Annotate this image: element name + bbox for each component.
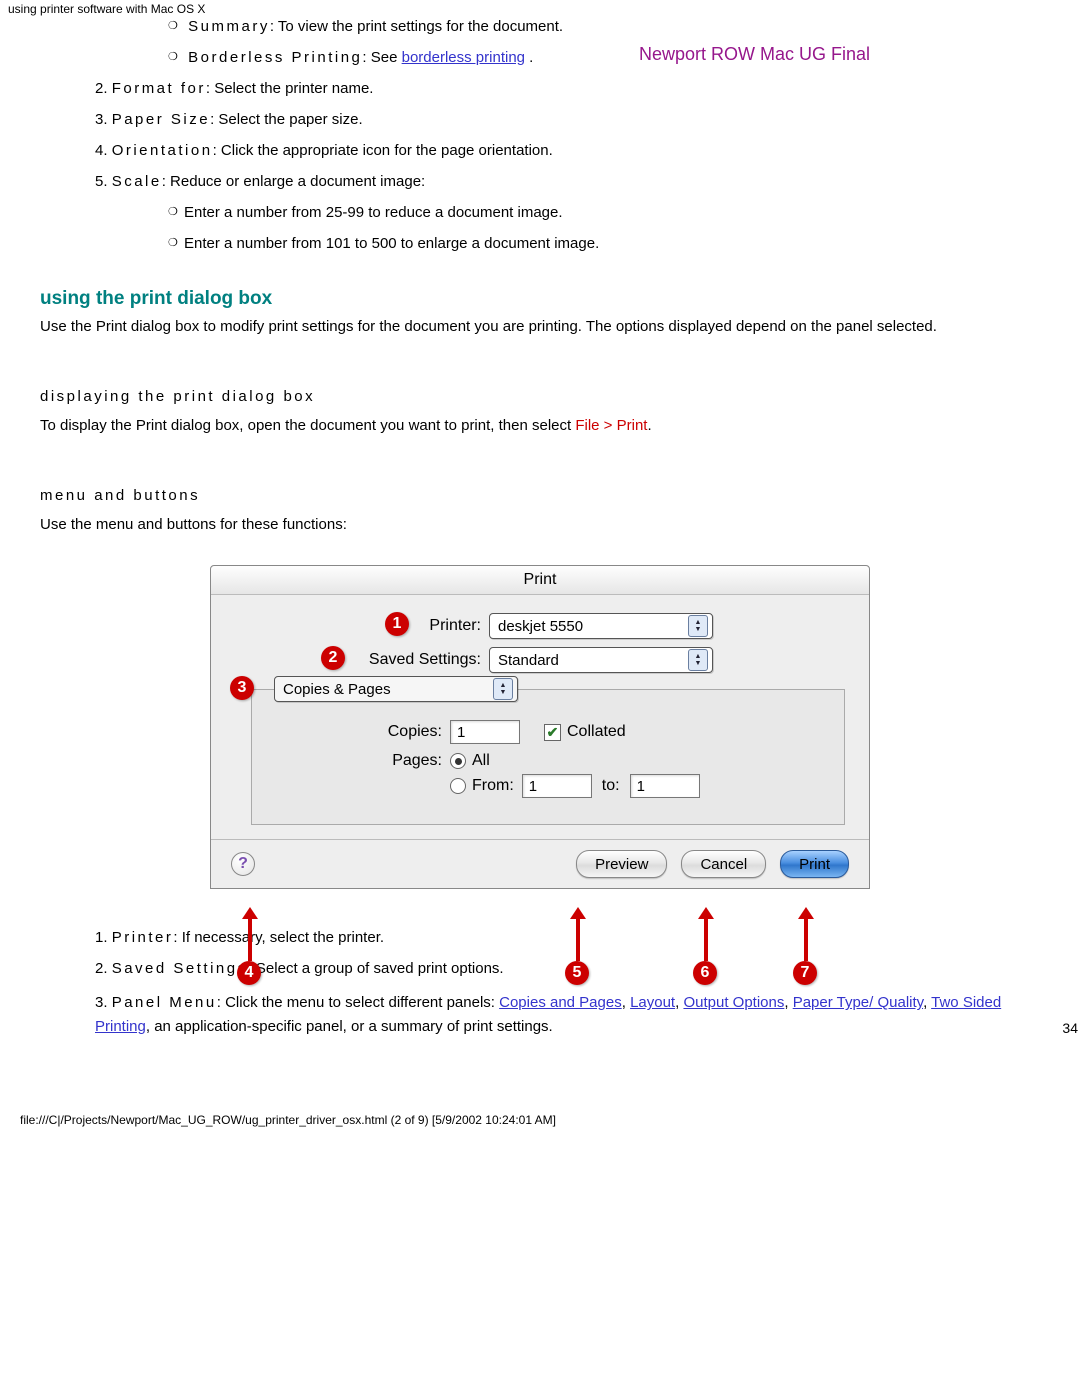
arrow-icon	[248, 917, 252, 961]
numbered-top: 2. Format for: Select the printer name. …	[40, 80, 1040, 190]
text: .	[647, 417, 651, 434]
section-heading: using the print dialog box	[40, 288, 1040, 310]
arrow-icon	[576, 917, 580, 961]
preview-button[interactable]: Preview	[576, 850, 667, 878]
all-label: All	[472, 752, 490, 770]
bullet-icon: ❍	[168, 50, 184, 63]
collated-label: Collated	[567, 723, 626, 741]
header-path: using printer software with Mac OS X	[0, 0, 1080, 18]
copies-label: Copies:	[262, 723, 450, 741]
list-tail: , an application-specific panel, or a su…	[146, 1018, 553, 1035]
list-text: : Select the paper size.	[210, 111, 363, 128]
list-num: 2.	[95, 960, 108, 977]
print-button[interactable]: Print	[780, 850, 849, 878]
top-bullet-list: ❍ Summary: To view the print settings fo…	[40, 18, 1040, 66]
printer-popup[interactable]: deskjet 5550 ▲▼	[489, 613, 713, 639]
chevron-updown-icon: ▲▼	[493, 678, 513, 700]
bullet-label: Borderless Printing	[188, 49, 362, 66]
collated-checkbox[interactable]: ✔	[544, 724, 561, 741]
list-num: 3.	[95, 994, 108, 1011]
bullet-label: Summary	[188, 18, 270, 35]
watermark: Newport ROW Mac UG Final	[639, 44, 870, 65]
to-input[interactable]: 1	[630, 774, 700, 798]
list-num: 1.	[95, 929, 108, 946]
chevron-updown-icon: ▲▼	[688, 649, 708, 671]
list-num: 3.	[95, 111, 108, 128]
print-dialog: Print 1 Printer: deskjet 5550 ▲▼ 2 Saved…	[210, 565, 870, 889]
pages-label: Pages:	[262, 752, 450, 770]
bullet-text: : To view the print settings for the doc…	[270, 18, 563, 35]
bullet-text: Enter a number from 101 to 500 to enlarg…	[184, 235, 599, 252]
panel-link[interactable]: Output Options	[683, 994, 784, 1011]
arrow-icon	[804, 917, 808, 961]
sub1-text: To display the Print dialog box, open th…	[40, 415, 1040, 437]
sub2-text: Use the menu and buttons for these funct…	[40, 514, 1040, 536]
subsection-heading: menu and buttons	[40, 487, 1040, 504]
bullet-after: .	[525, 49, 533, 66]
subsection-heading: displaying the print dialog box	[40, 388, 1040, 405]
print-dialog-figure: Print 1 Printer: deskjet 5550 ▲▼ 2 Saved…	[210, 565, 870, 889]
bullet-icon: ❍	[168, 19, 184, 32]
saved-settings-value: Standard	[498, 652, 680, 669]
bullet-icon: ❍	[168, 236, 184, 249]
text: To display the Print dialog box, open th…	[40, 417, 575, 434]
list-text: : If necessary, select the printer.	[173, 929, 384, 946]
list-num: 5.	[95, 173, 108, 190]
list-label: Scale	[112, 173, 162, 190]
arrow-icon	[704, 917, 708, 961]
pages-all-radio[interactable]	[450, 753, 466, 769]
saved-settings-label: Saved Settings:	[211, 651, 489, 669]
bullet-text: Enter a number from 25-99 to reduce a do…	[184, 204, 563, 221]
pages-from-radio[interactable]	[450, 778, 466, 794]
list-num: 4.	[95, 142, 108, 159]
scale-bullets: ❍Enter a number from 25-99 to reduce a d…	[40, 204, 1040, 252]
list-label: Panel Menu	[112, 994, 217, 1011]
panel-menu-popup[interactable]: Copies & Pages ▲▼	[274, 676, 518, 702]
panel-link[interactable]: Layout	[630, 994, 675, 1011]
from-label: From:	[472, 777, 514, 795]
panel-link[interactable]: Copies and Pages	[499, 994, 622, 1011]
list-text: : Click the menu to select different pan…	[217, 994, 499, 1011]
list-label: Saved Settings	[112, 960, 248, 977]
panel-menu-value: Copies & Pages	[283, 681, 485, 698]
bullet-text: : See	[362, 49, 401, 66]
borderless-link[interactable]: borderless printing	[402, 49, 525, 66]
callout-3: 3	[230, 676, 254, 700]
chevron-updown-icon: ▲▼	[688, 615, 708, 637]
list-label: Format for	[112, 80, 206, 97]
list-label: Orientation	[112, 142, 213, 159]
saved-settings-popup[interactable]: Standard ▲▼	[489, 647, 713, 673]
dialog-title: Print	[211, 566, 869, 595]
panel-box: 3 Copies & Pages ▲▼ Copies: 1 ✔ Collated…	[251, 689, 845, 825]
button-bar: ? Preview Cancel Print	[211, 839, 869, 888]
printer-label: Printer:	[211, 617, 489, 635]
cancel-button[interactable]: Cancel	[681, 850, 766, 878]
list-text: : Reduce or enlarge a document image:	[162, 173, 426, 190]
menu-file: File	[575, 417, 599, 434]
list-text: : Select a group of saved print options.	[248, 960, 504, 977]
to-label: to:	[602, 777, 620, 795]
list-num: 2.	[95, 80, 108, 97]
list-text: : Click the appropriate icon for the pag…	[213, 142, 553, 159]
section-intro: Use the Print dialog box to modify print…	[40, 316, 1040, 338]
panel-link[interactable]: Paper Type/ Quality	[793, 994, 923, 1011]
list-label: Printer	[112, 929, 174, 946]
list-text: : Select the printer name.	[206, 80, 374, 97]
copies-input[interactable]: 1	[450, 720, 520, 744]
menu-print: Print	[617, 417, 648, 434]
list-label: Paper Size	[112, 111, 210, 128]
help-button[interactable]: ?	[231, 852, 255, 876]
page-number: 34	[1062, 1017, 1078, 1039]
footer-path: file:///C|/Projects/Newport/Mac_UG_ROW/u…	[0, 1053, 1080, 1137]
menu-gt: >	[600, 417, 617, 434]
printer-value: deskjet 5550	[498, 618, 680, 635]
numbered-bottom: 1. Printer: If necessary, select the pri…	[40, 929, 1040, 1039]
from-input[interactable]: 1	[522, 774, 592, 798]
bullet-icon: ❍	[168, 205, 184, 218]
